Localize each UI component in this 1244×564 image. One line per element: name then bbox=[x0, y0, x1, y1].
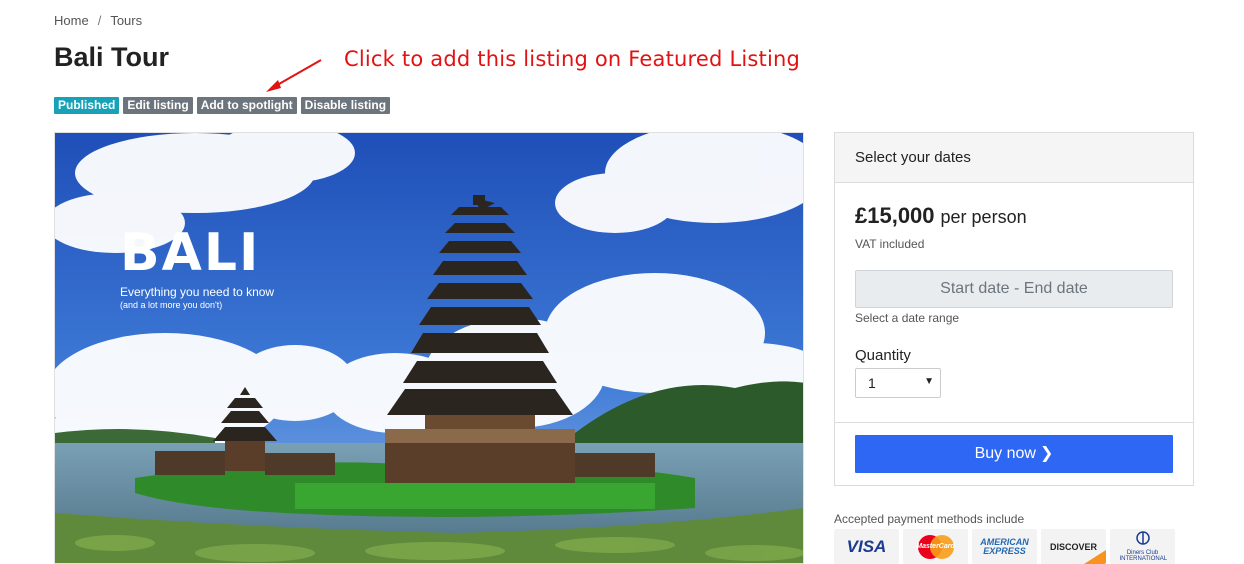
price-value: £15,000 bbox=[855, 203, 935, 228]
breadcrumb: Home / Tours bbox=[54, 13, 142, 28]
date-range-hint: Select a date range bbox=[855, 311, 960, 325]
buy-now-label: Buy now bbox=[974, 445, 1036, 462]
hero-subtitle-small: (and a lot more you don't) bbox=[120, 300, 223, 310]
annotation-text: Click to add this listing on Featured Li… bbox=[344, 47, 801, 71]
visa-card-icon: VISA bbox=[834, 529, 899, 564]
date-range-picker-button[interactable]: Start date - End date bbox=[855, 270, 1173, 308]
diners-club-card-icon: Diners Club INTERNATIONAL bbox=[1110, 529, 1175, 564]
price-unit: per person bbox=[940, 207, 1027, 227]
amex-card-label: AMERICAN EXPRESS bbox=[980, 536, 1029, 556]
listing-status-badges: Published Edit listing Add to spotlight … bbox=[54, 97, 391, 114]
discover-card-icon: DISCOVER bbox=[1041, 529, 1106, 564]
amex-card-icon: AMERICAN EXPRESS bbox=[972, 529, 1037, 564]
hero-subtitle: Everything you need to know bbox=[120, 285, 275, 299]
mastercard-label: MasterCard bbox=[916, 543, 955, 550]
chevron-down-icon: ▼ bbox=[924, 376, 934, 387]
add-to-spotlight-button[interactable]: Add to spotlight bbox=[196, 97, 297, 114]
quantity-value: 1 bbox=[868, 375, 876, 391]
page-title: Bali Tour bbox=[54, 42, 170, 72]
payment-methods-list: VISA MasterCard AMERICAN EXPRESS DISCOVE… bbox=[834, 529, 1175, 564]
visa-card-label: VISA bbox=[846, 536, 887, 556]
buy-now-button[interactable]: Buy now ❯ bbox=[855, 435, 1173, 473]
hero-title: BALI bbox=[120, 223, 261, 283]
chevron-right-icon: ❯ bbox=[1039, 445, 1054, 462]
mastercard-icon: MasterCard bbox=[903, 529, 968, 564]
breadcrumb-home-link[interactable]: Home bbox=[54, 13, 89, 28]
breadcrumb-separator: / bbox=[97, 13, 102, 28]
breadcrumb-tours-link[interactable]: Tours bbox=[110, 13, 142, 28]
price-row: £15,000 per person bbox=[855, 203, 1027, 229]
published-badge: Published bbox=[54, 97, 120, 114]
quantity-select[interactable]: 1 ▼ bbox=[855, 368, 941, 398]
booking-divider bbox=[835, 422, 1193, 423]
annotation-arrow-icon bbox=[266, 59, 322, 92]
booking-header: Select your dates bbox=[835, 133, 1193, 183]
payment-methods-label: Accepted payment methods include bbox=[834, 512, 1025, 526]
listing-hero-image: BALI Everything you need to know (and a … bbox=[54, 132, 804, 564]
diners-club-label: Diners Club INTERNATIONAL bbox=[1119, 550, 1168, 562]
edit-listing-button[interactable]: Edit listing bbox=[123, 97, 193, 114]
disable-listing-button[interactable]: Disable listing bbox=[300, 97, 391, 114]
quantity-label: Quantity bbox=[855, 347, 911, 364]
booking-panel: Select your dates £15,000 per person VAT… bbox=[834, 132, 1194, 486]
vat-note: VAT included bbox=[855, 237, 925, 251]
diners-club-logo-icon bbox=[1135, 531, 1150, 545]
